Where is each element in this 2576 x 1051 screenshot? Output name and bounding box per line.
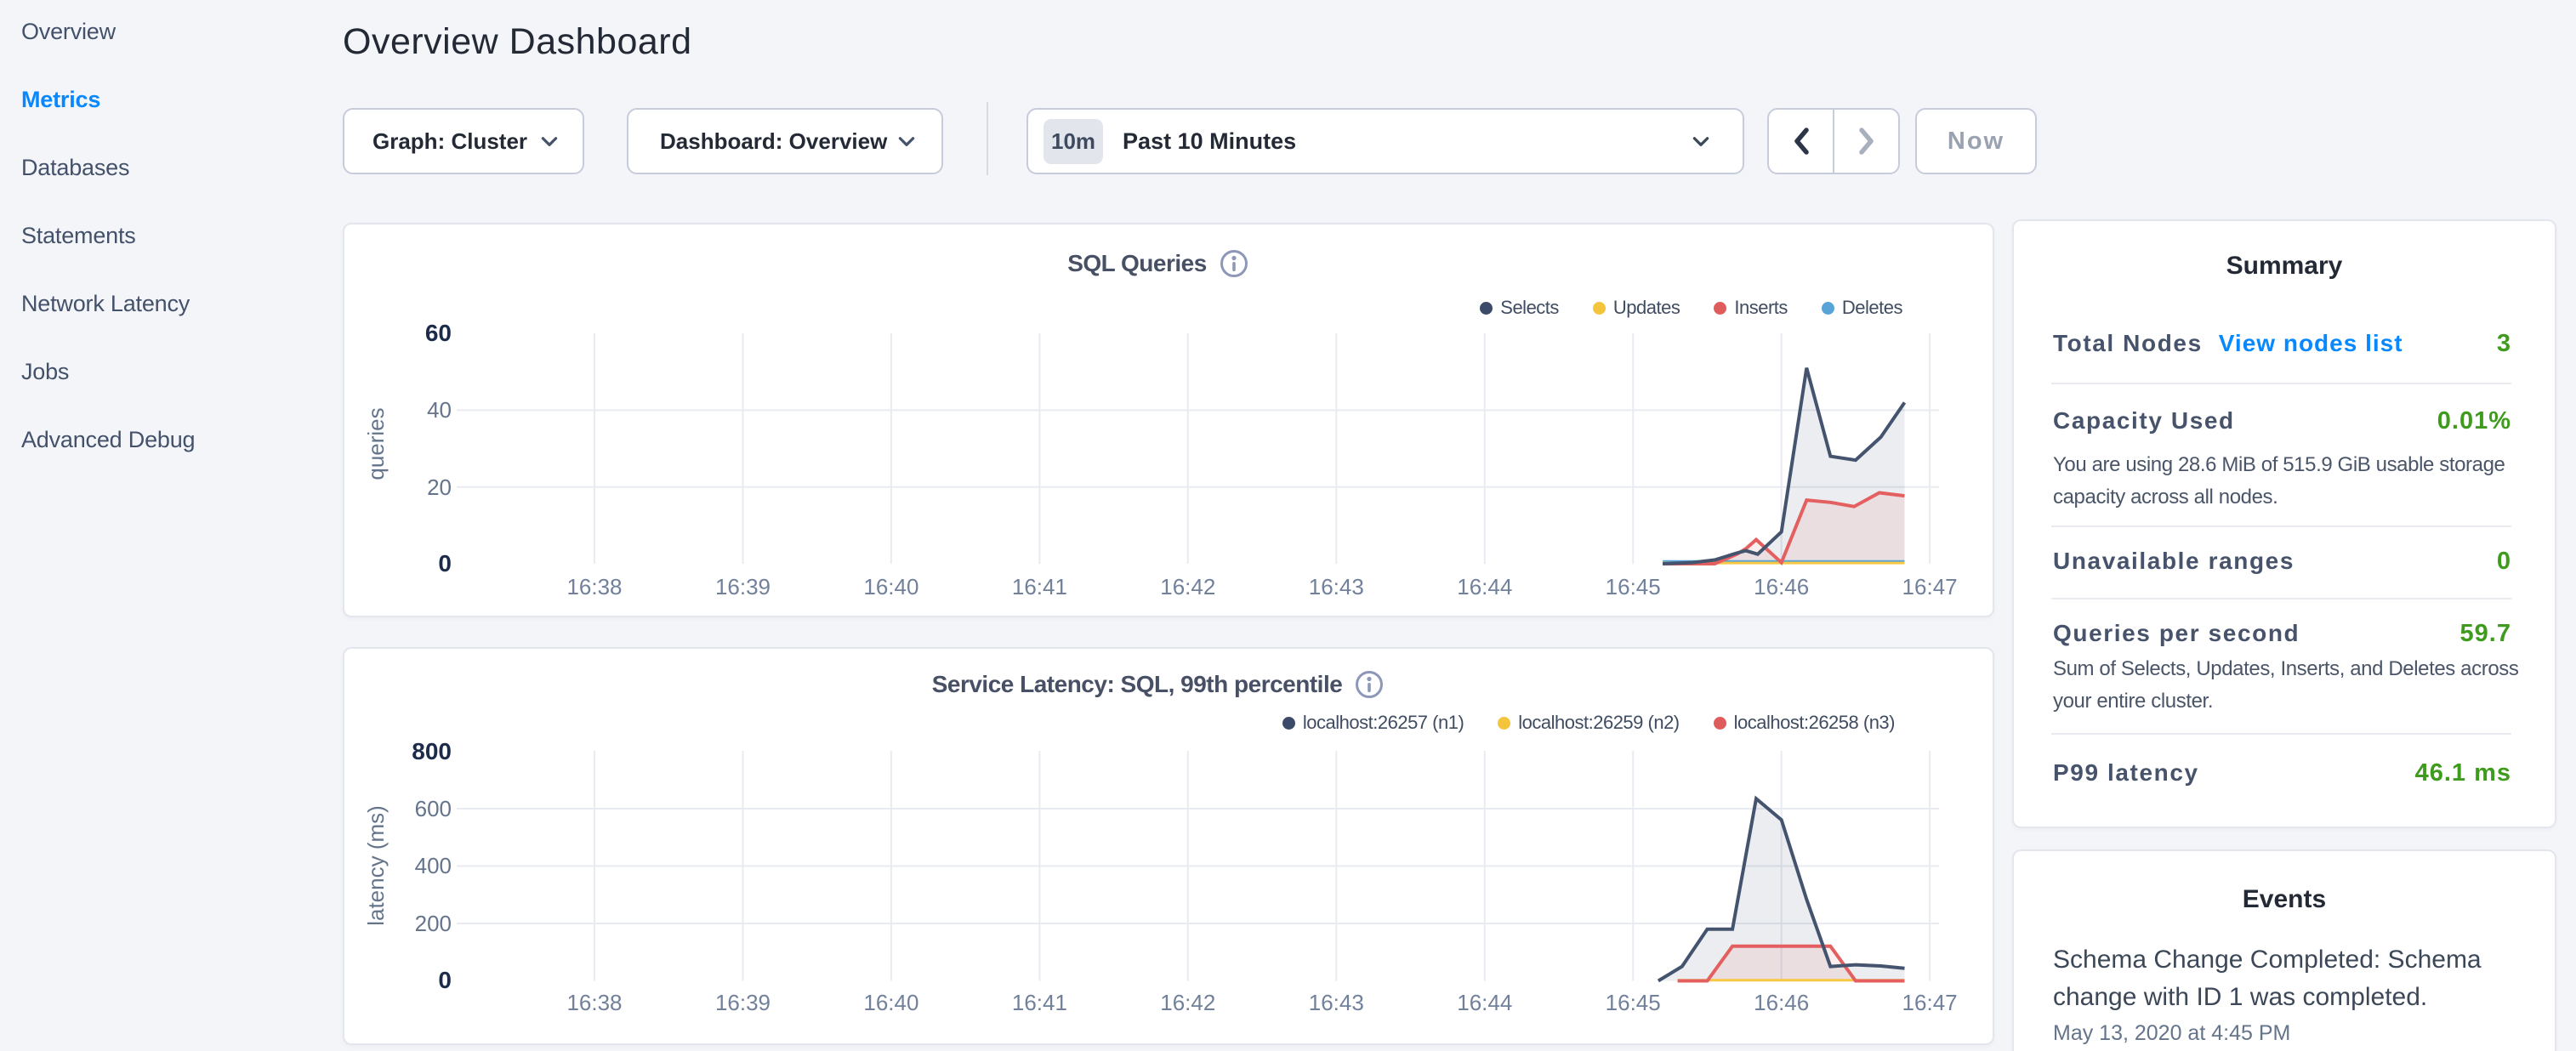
svg-text:16:40: 16:40 (863, 990, 918, 1015)
svg-text:queries: queries (363, 407, 389, 480)
svg-text:40: 40 (427, 397, 452, 423)
svg-text:16:39: 16:39 (715, 574, 771, 599)
svg-text:0: 0 (438, 550, 452, 577)
svg-text:16:44: 16:44 (1457, 990, 1512, 1015)
svg-text:16:39: 16:39 (715, 990, 771, 1015)
svg-text:0: 0 (438, 967, 452, 993)
svg-text:16:47: 16:47 (1902, 990, 1958, 1015)
svg-text:16:40: 16:40 (863, 574, 918, 599)
svg-text:16:41: 16:41 (1012, 990, 1067, 1015)
svg-text:16:47: 16:47 (1902, 574, 1958, 599)
svg-text:200: 200 (415, 911, 452, 936)
svg-text:16:44: 16:44 (1457, 574, 1512, 599)
svg-text:16:45: 16:45 (1606, 574, 1661, 599)
svg-text:16:45: 16:45 (1606, 990, 1661, 1015)
svg-text:60: 60 (425, 320, 452, 346)
svg-text:16:46: 16:46 (1754, 574, 1809, 599)
svg-text:16:41: 16:41 (1012, 574, 1067, 599)
svg-text:20: 20 (427, 474, 452, 500)
svg-text:16:43: 16:43 (1309, 990, 1364, 1015)
svg-text:16:42: 16:42 (1160, 990, 1215, 1015)
svg-text:16:42: 16:42 (1160, 574, 1215, 599)
svg-text:16:46: 16:46 (1754, 990, 1809, 1015)
svg-text:16:43: 16:43 (1309, 574, 1364, 599)
svg-text:latency (ms): latency (ms) (363, 805, 389, 926)
svg-text:400: 400 (415, 853, 452, 878)
svg-text:16:38: 16:38 (566, 574, 622, 599)
svg-text:600: 600 (415, 796, 452, 821)
svg-text:16:38: 16:38 (566, 990, 622, 1015)
svg-text:800: 800 (412, 738, 452, 764)
